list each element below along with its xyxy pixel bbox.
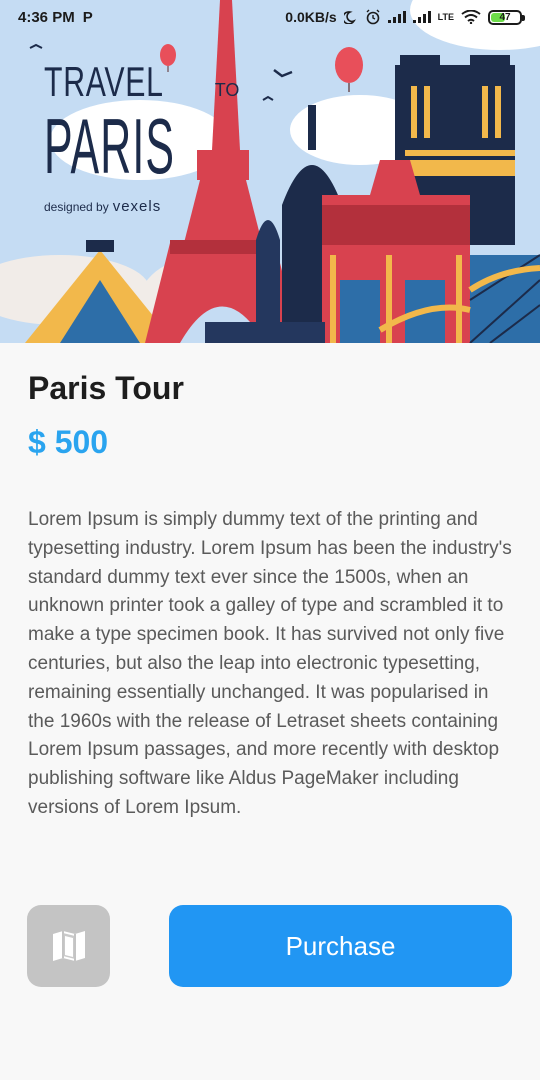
hero-image: TRAVEL TO PARIS designed by vexels bbox=[0, 0, 540, 343]
map-icon bbox=[52, 930, 86, 962]
lte-icon: LTE bbox=[437, 12, 454, 22]
poster-title-to: TO bbox=[214, 80, 240, 100]
tour-price: $ 500 bbox=[28, 424, 109, 460]
poster-title-city: PARIS bbox=[44, 102, 176, 190]
notification-badge-icon: P bbox=[82, 8, 93, 26]
signal-icon-2 bbox=[412, 11, 431, 23]
poster-credit: designed by vexels bbox=[44, 198, 282, 215]
status-bar: 4:36 PM P 0.0KB/s LTE 47 bbox=[0, 0, 540, 34]
battery-percent: 47 bbox=[499, 11, 511, 23]
alarm-icon bbox=[365, 9, 381, 25]
poster-title: TRAVEL TO PARIS designed by vexels bbox=[44, 58, 282, 215]
page-title: Paris Tour bbox=[28, 370, 184, 406]
status-bar-left: 4:36 PM P bbox=[18, 9, 93, 26]
map-button[interactable] bbox=[27, 905, 110, 987]
network-speed: 0.0KB/s bbox=[285, 9, 337, 25]
battery-icon: 47 bbox=[488, 9, 525, 25]
poster-credit-label: designed by bbox=[44, 199, 109, 214]
status-time: 4:36 PM bbox=[18, 8, 75, 26]
moon-icon bbox=[343, 10, 358, 24]
purchase-button[interactable]: Purchase bbox=[169, 905, 512, 987]
signal-icon bbox=[387, 11, 406, 23]
poster-credit-brand: vexels bbox=[112, 198, 162, 215]
status-bar-right: 0.0KB/s LTE 47 bbox=[285, 9, 525, 25]
wifi-icon bbox=[461, 10, 481, 24]
tour-description: Lorem Ipsum is simply dummy text of the … bbox=[28, 509, 512, 818]
poster-title-travel: TRAVEL bbox=[44, 58, 164, 105]
